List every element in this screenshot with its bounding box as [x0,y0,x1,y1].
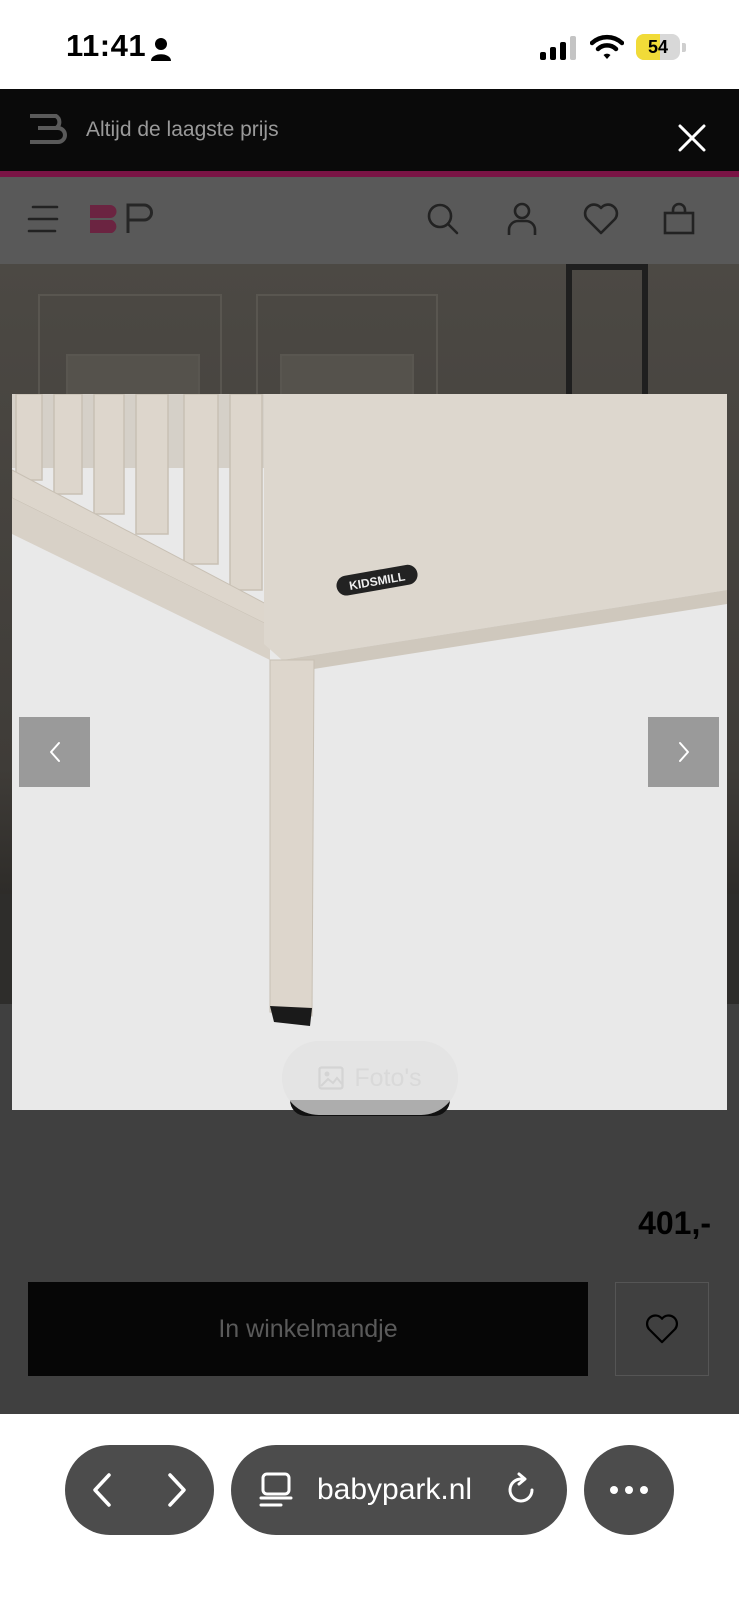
forward-icon [168,1473,186,1507]
browser-back-button[interactable] [65,1445,139,1535]
next-arrow-icon [678,742,689,762]
status-time: 11:41 [66,28,147,63]
image-icon [318,1066,344,1090]
product-price: 401,- [638,1205,711,1241]
person-icon [151,38,171,61]
history-navigation [65,1445,214,1535]
cart-icon[interactable] [662,202,696,236]
promo-logo-icon [30,114,67,144]
close-icon[interactable] [672,118,712,158]
more-options-button[interactable] [584,1445,674,1535]
add-to-cart-button[interactable]: In winkelmandje [28,1282,588,1376]
search-icon[interactable] [426,202,460,236]
address-bar[interactable]: babypark.nl [231,1445,567,1535]
wishlist-icon[interactable] [583,203,619,235]
browser-forward-button[interactable] [140,1445,214,1535]
crib-illustration: KIDSMILL [12,394,727,1110]
heart-icon [646,1314,678,1344]
menu-icon[interactable] [27,203,59,235]
next-image-button[interactable] [648,717,719,787]
add-to-wishlist-button[interactable] [615,1282,709,1376]
photos-label: Foto's [354,1063,422,1092]
back-icon [93,1473,111,1507]
wifi-icon [590,34,624,59]
account-icon[interactable] [506,202,538,236]
prev-arrow-icon [49,742,60,762]
url-text: babypark.nl [317,1473,473,1506]
battery-icon: 54 [636,34,680,60]
brand-logo[interactable] [88,203,158,235]
previous-image-button[interactable] [19,717,90,787]
lightbox-product-image: KIDSMILL [12,394,727,1110]
battery-percentage: 54 [647,37,669,57]
signal-icon [540,36,576,60]
reload-icon[interactable] [505,1471,539,1509]
more-icon [610,1486,648,1494]
tabs-icon[interactable] [259,1472,293,1508]
photos-button[interactable]: Foto's [282,1041,458,1115]
battery-tip [682,43,686,52]
promo-text: Altijd de laagste prijs [86,118,279,141]
